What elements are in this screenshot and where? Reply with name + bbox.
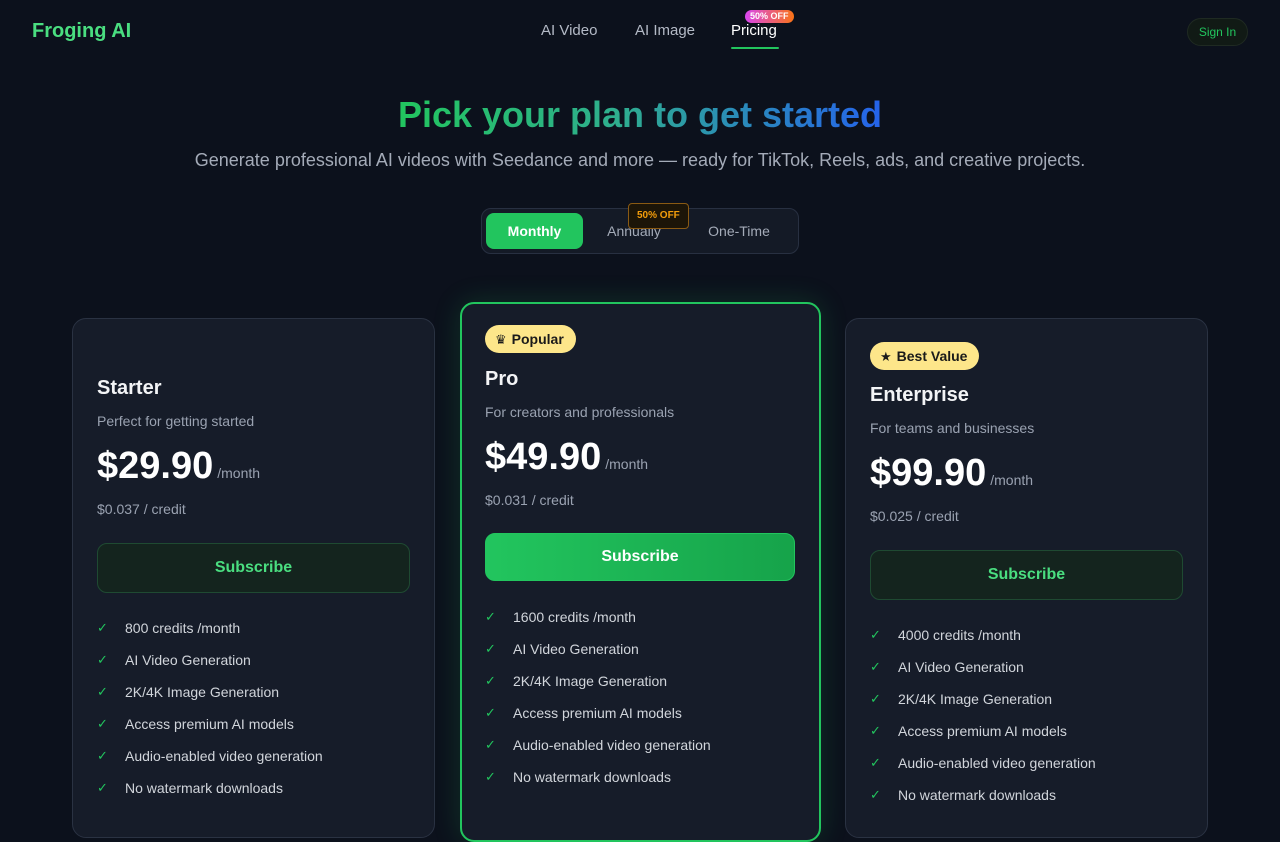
nav-ai-image[interactable]: AI Image (635, 22, 695, 39)
crown-icon: ♛ (495, 332, 507, 347)
plan-description: Perfect for getting started (97, 413, 255, 429)
feature-item: ✓ AI Video Generation (485, 641, 639, 657)
plan-name: Starter (97, 377, 162, 399)
feature-item: ✓ Access premium AI models (870, 723, 1067, 739)
plan-name: Pro (485, 368, 519, 390)
price-row: $49.90/month (485, 436, 648, 479)
price-row: $29.90/month (97, 445, 260, 488)
page-title: Pick your plan to get started (397, 94, 883, 135)
check-icon: ✓ (97, 748, 108, 763)
check-icon: ✓ (485, 673, 496, 688)
feature-item: ✓ Audio-enabled video generation (870, 755, 1096, 771)
nav-pricing[interactable]: Pricing (731, 22, 777, 39)
annual-discount-badge: 50% OFF (628, 203, 689, 229)
feature-item: ✓ AI Video Generation (870, 659, 1024, 675)
check-icon: ✓ (97, 684, 108, 699)
toggle-monthly[interactable]: Monthly (486, 213, 583, 249)
check-icon: ✓ (485, 641, 496, 656)
star-icon: ★ (880, 349, 892, 364)
check-icon: ✓ (97, 620, 108, 635)
feature-item: ✓ 1600 credits /month (485, 609, 636, 625)
subscribe-button[interactable]: Subscribe (485, 533, 795, 581)
feature-item: ✓ 2K/4K Image Generation (485, 673, 668, 689)
plan-description: For creators and professionals (485, 404, 675, 420)
feature-item: ✓ No watermark downloads (97, 780, 283, 796)
page-subtitle: Generate professional AI videos with See… (194, 150, 1086, 170)
feature-list: ✓ 1600 credits /month ✓ AI Video Generatio… (485, 608, 711, 800)
plan-card-pro: ♛ Popular Pro For creators and profession… (460, 302, 821, 842)
feature-item: ✓ Audio-enabled video generation (97, 748, 323, 764)
toggle-one-time[interactable]: One-Time (694, 213, 784, 249)
feature-item: ✓ 4000 credits /month (870, 627, 1021, 643)
check-icon: ✓ (485, 609, 496, 624)
billing-toggle: Monthly Annually One-Time 50% OFF (481, 203, 799, 254)
feature-item: ✓ 2K/4K Image Generation (870, 691, 1053, 707)
nav-active-indicator (731, 47, 779, 49)
feature-item: ✓ AI Video Generation (97, 652, 251, 668)
check-icon: ✓ (870, 755, 881, 770)
check-icon: ✓ (485, 769, 496, 784)
plan-card-enterprise: ★ Best Value Enterprise For teams and bus… (845, 318, 1208, 838)
check-icon: ✓ (870, 627, 881, 642)
feature-item: ✓ 800 credits /month (97, 620, 241, 636)
check-icon: ✓ (870, 691, 881, 706)
check-icon: ✓ (485, 737, 496, 752)
price-period: /month (990, 472, 1034, 488)
top-header: Froging AI AI Video AI Image Pricing 50%… (0, 0, 1280, 64)
check-icon: ✓ (97, 716, 108, 731)
price-period: /month (217, 465, 261, 481)
plan-card-starter: Starter Perfect for getting started $29.… (72, 318, 435, 838)
feature-item: ✓ No watermark downloads (485, 769, 671, 785)
feature-item: ✓ Audio-enabled video generation (485, 737, 711, 753)
main-nav: AI Video AI Image Pricing (0, 22, 1280, 52)
plan-price: $99.90 (870, 452, 987, 494)
check-icon: ✓ (97, 780, 108, 795)
feature-item: ✓ Access premium AI models (97, 716, 294, 732)
plan-price: $29.90 (97, 445, 214, 487)
check-icon: ✓ (870, 723, 881, 738)
subscribe-button[interactable]: Subscribe (870, 550, 1183, 600)
check-icon: ✓ (870, 787, 881, 802)
feature-list: ✓ 800 credits /month ✓ AI Video Generation… (97, 619, 323, 811)
popular-badge: ♛ Popular (485, 325, 576, 353)
per-credit-price: $0.031 / credit (485, 492, 574, 508)
price-row: $99.90/month (870, 452, 1033, 495)
nav-ai-video[interactable]: AI Video (541, 22, 597, 39)
plan-description: For teams and businesses (870, 420, 1035, 436)
check-icon: ✓ (870, 659, 881, 674)
plan-price: $49.90 (485, 436, 602, 478)
sign-in-button[interactable]: Sign In (1187, 18, 1248, 46)
feature-item: ✓ No watermark downloads (870, 787, 1056, 803)
plan-name: Enterprise (870, 384, 969, 406)
feature-list: ✓ 4000 credits /month ✓ AI Video Generatio… (870, 626, 1096, 818)
feature-item: ✓ Access premium AI models (485, 705, 682, 721)
per-credit-price: $0.037 / credit (97, 501, 186, 517)
per-credit-price: $0.025 / credit (870, 508, 959, 524)
check-icon: ✓ (485, 705, 496, 720)
best-value-badge: ★ Best Value (870, 342, 980, 370)
price-period: /month (605, 456, 649, 472)
pricing-discount-badge: 50% OFF (745, 10, 794, 23)
subscribe-button[interactable]: Subscribe (97, 543, 410, 593)
feature-item: ✓ 2K/4K Image Generation (97, 684, 280, 700)
check-icon: ✓ (97, 652, 108, 667)
